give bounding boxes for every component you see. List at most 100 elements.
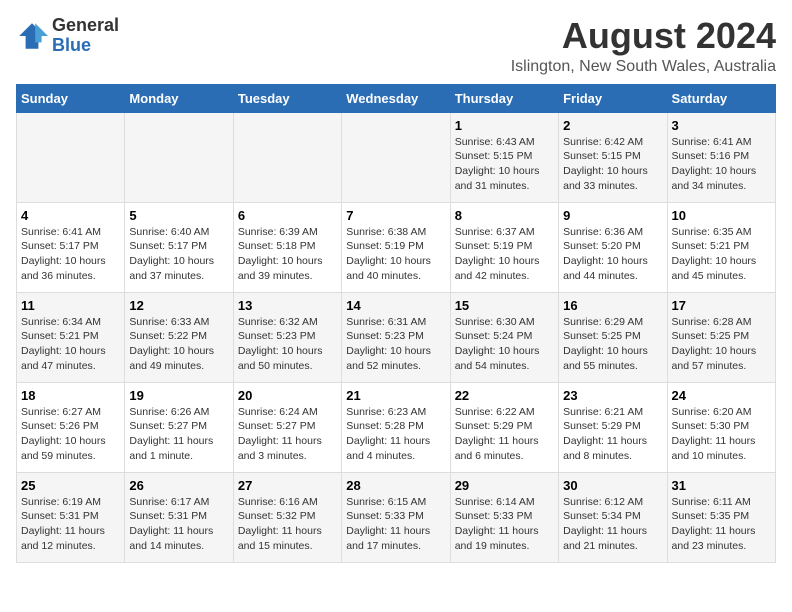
day-cell <box>125 112 233 202</box>
day-number: 26 <box>129 478 228 493</box>
day-info: Sunrise: 6:29 AM Sunset: 5:25 PM Dayligh… <box>563 315 662 374</box>
day-cell: 2 Sunrise: 6:42 AM Sunset: 5:15 PM Daylig… <box>559 112 667 202</box>
day-info: Sunrise: 6:11 AM Sunset: 5:35 PM Dayligh… <box>672 495 771 554</box>
day-number: 12 <box>129 298 228 313</box>
day-cell: 30 Sunrise: 6:12 AM Sunset: 5:34 PM Dayli… <box>559 472 667 562</box>
header-cell-monday: Monday <box>125 84 233 112</box>
header-cell-friday: Friday <box>559 84 667 112</box>
day-info: Sunrise: 6:15 AM Sunset: 5:33 PM Dayligh… <box>346 495 445 554</box>
day-number: 16 <box>563 298 662 313</box>
day-info: Sunrise: 6:26 AM Sunset: 5:27 PM Dayligh… <box>129 405 228 464</box>
day-number: 24 <box>672 388 771 403</box>
subtitle: Islington, New South Wales, Australia <box>511 58 776 76</box>
day-cell: 12 Sunrise: 6:33 AM Sunset: 5:22 PM Dayli… <box>125 292 233 382</box>
day-cell: 25 Sunrise: 6:19 AM Sunset: 5:31 PM Dayli… <box>17 472 125 562</box>
day-info: Sunrise: 6:19 AM Sunset: 5:31 PM Dayligh… <box>21 495 120 554</box>
day-cell: 31 Sunrise: 6:11 AM Sunset: 5:35 PM Dayli… <box>667 472 775 562</box>
day-info: Sunrise: 6:40 AM Sunset: 5:17 PM Dayligh… <box>129 225 228 284</box>
day-info: Sunrise: 6:14 AM Sunset: 5:33 PM Dayligh… <box>455 495 554 554</box>
day-number: 9 <box>563 208 662 223</box>
day-number: 25 <box>21 478 120 493</box>
logo: General Blue <box>16 16 119 56</box>
day-number: 30 <box>563 478 662 493</box>
day-number: 18 <box>21 388 120 403</box>
day-number: 1 <box>455 118 554 133</box>
day-cell: 20 Sunrise: 6:24 AM Sunset: 5:27 PM Dayli… <box>233 382 341 472</box>
day-cell: 28 Sunrise: 6:15 AM Sunset: 5:33 PM Dayli… <box>342 472 450 562</box>
day-number: 13 <box>238 298 337 313</box>
day-info: Sunrise: 6:22 AM Sunset: 5:29 PM Dayligh… <box>455 405 554 464</box>
day-number: 17 <box>672 298 771 313</box>
main-title: August 2024 <box>511 16 776 56</box>
day-number: 21 <box>346 388 445 403</box>
day-info: Sunrise: 6:33 AM Sunset: 5:22 PM Dayligh… <box>129 315 228 374</box>
day-info: Sunrise: 6:36 AM Sunset: 5:20 PM Dayligh… <box>563 225 662 284</box>
day-cell: 16 Sunrise: 6:29 AM Sunset: 5:25 PM Dayli… <box>559 292 667 382</box>
day-number: 15 <box>455 298 554 313</box>
header-cell-tuesday: Tuesday <box>233 84 341 112</box>
day-cell: 1Sunrise: 6:43 AM Sunset: 5:15 PM Daylig… <box>450 112 558 202</box>
day-number: 23 <box>563 388 662 403</box>
logo-general: General <box>52 16 119 36</box>
calendar-body: 1Sunrise: 6:43 AM Sunset: 5:15 PM Daylig… <box>17 112 776 562</box>
week-row-5: 25 Sunrise: 6:19 AM Sunset: 5:31 PM Dayli… <box>17 472 776 562</box>
day-cell: 14Sunrise: 6:31 AM Sunset: 5:23 PM Dayli… <box>342 292 450 382</box>
day-number: 31 <box>672 478 771 493</box>
header-cell-wednesday: Wednesday <box>342 84 450 112</box>
logo-blue: Blue <box>52 36 119 56</box>
day-cell: 11Sunrise: 6:34 AM Sunset: 5:21 PM Dayli… <box>17 292 125 382</box>
day-cell <box>17 112 125 202</box>
day-info: Sunrise: 6:35 AM Sunset: 5:21 PM Dayligh… <box>672 225 771 284</box>
day-info: Sunrise: 6:23 AM Sunset: 5:28 PM Dayligh… <box>346 405 445 464</box>
header-cell-sunday: Sunday <box>17 84 125 112</box>
day-cell: 17 Sunrise: 6:28 AM Sunset: 5:25 PM Dayli… <box>667 292 775 382</box>
day-number: 22 <box>455 388 554 403</box>
calendar-table: SundayMondayTuesdayWednesdayThursdayFrid… <box>16 84 776 563</box>
day-info: Sunrise: 6:27 AM Sunset: 5:26 PM Dayligh… <box>21 405 120 464</box>
day-cell: 24Sunrise: 6:20 AM Sunset: 5:30 PM Dayli… <box>667 382 775 472</box>
day-number: 2 <box>563 118 662 133</box>
day-cell: 22 Sunrise: 6:22 AM Sunset: 5:29 PM Dayli… <box>450 382 558 472</box>
day-cell: 23 Sunrise: 6:21 AM Sunset: 5:29 PM Dayli… <box>559 382 667 472</box>
day-info: Sunrise: 6:38 AM Sunset: 5:19 PM Dayligh… <box>346 225 445 284</box>
calendar-header: SundayMondayTuesdayWednesdayThursdayFrid… <box>17 84 776 112</box>
week-row-1: 1Sunrise: 6:43 AM Sunset: 5:15 PM Daylig… <box>17 112 776 202</box>
logo-icon <box>16 20 48 52</box>
week-row-3: 11Sunrise: 6:34 AM Sunset: 5:21 PM Dayli… <box>17 292 776 382</box>
day-number: 27 <box>238 478 337 493</box>
day-cell: 4 Sunrise: 6:41 AM Sunset: 5:17 PM Daylig… <box>17 202 125 292</box>
day-cell: 7Sunrise: 6:38 AM Sunset: 5:19 PM Daylig… <box>342 202 450 292</box>
day-number: 10 <box>672 208 771 223</box>
day-info: Sunrise: 6:41 AM Sunset: 5:16 PM Dayligh… <box>672 135 771 194</box>
day-number: 28 <box>346 478 445 493</box>
header-cell-thursday: Thursday <box>450 84 558 112</box>
day-info: Sunrise: 6:42 AM Sunset: 5:15 PM Dayligh… <box>563 135 662 194</box>
week-row-4: 18 Sunrise: 6:27 AM Sunset: 5:26 PM Dayli… <box>17 382 776 472</box>
day-cell: 8Sunrise: 6:37 AM Sunset: 5:19 PM Daylig… <box>450 202 558 292</box>
day-info: Sunrise: 6:16 AM Sunset: 5:32 PM Dayligh… <box>238 495 337 554</box>
week-row-2: 4 Sunrise: 6:41 AM Sunset: 5:17 PM Daylig… <box>17 202 776 292</box>
day-info: Sunrise: 6:41 AM Sunset: 5:17 PM Dayligh… <box>21 225 120 284</box>
day-number: 19 <box>129 388 228 403</box>
header-cell-saturday: Saturday <box>667 84 775 112</box>
day-info: Sunrise: 6:24 AM Sunset: 5:27 PM Dayligh… <box>238 405 337 464</box>
day-info: Sunrise: 6:17 AM Sunset: 5:31 PM Dayligh… <box>129 495 228 554</box>
day-number: 11 <box>21 298 120 313</box>
day-number: 29 <box>455 478 554 493</box>
page-header: General Blue August 2024 Islington, New … <box>16 16 776 76</box>
title-block: August 2024 Islington, New South Wales, … <box>511 16 776 76</box>
day-cell: 26 Sunrise: 6:17 AM Sunset: 5:31 PM Dayli… <box>125 472 233 562</box>
day-info: Sunrise: 6:12 AM Sunset: 5:34 PM Dayligh… <box>563 495 662 554</box>
day-cell: 29 Sunrise: 6:14 AM Sunset: 5:33 PM Dayli… <box>450 472 558 562</box>
day-cell: 21 Sunrise: 6:23 AM Sunset: 5:28 PM Dayli… <box>342 382 450 472</box>
day-cell <box>342 112 450 202</box>
day-info: Sunrise: 6:28 AM Sunset: 5:25 PM Dayligh… <box>672 315 771 374</box>
header-row: SundayMondayTuesdayWednesdayThursdayFrid… <box>17 84 776 112</box>
day-cell: 10 Sunrise: 6:35 AM Sunset: 5:21 PM Dayli… <box>667 202 775 292</box>
day-cell: 18 Sunrise: 6:27 AM Sunset: 5:26 PM Dayli… <box>17 382 125 472</box>
day-number: 4 <box>21 208 120 223</box>
day-info: Sunrise: 6:32 AM Sunset: 5:23 PM Dayligh… <box>238 315 337 374</box>
day-info: Sunrise: 6:21 AM Sunset: 5:29 PM Dayligh… <box>563 405 662 464</box>
day-number: 6 <box>238 208 337 223</box>
day-number: 20 <box>238 388 337 403</box>
